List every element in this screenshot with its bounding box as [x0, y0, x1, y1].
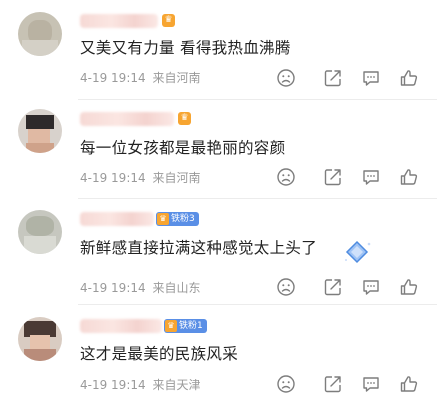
- crown-icon: ♛: [178, 112, 191, 125]
- comment-location: 来自山东: [152, 281, 201, 295]
- avatar[interactable]: [18, 210, 62, 254]
- avatar[interactable]: [18, 12, 62, 56]
- username[interactable]: [80, 212, 154, 226]
- comment-item: ♛ 又美又有力量 看得我热血沸腾 4-19 19:14 来自河南: [0, 0, 437, 100]
- comment-location: 来自河南: [152, 171, 201, 185]
- comment-item: ♛ 每一位女孩都是最艳丽的容颜 4-19 19:14 来自河南: [0, 100, 437, 200]
- comment-location: 来自天津: [152, 378, 201, 392]
- comment-meta: 4-19 19:14 来自河南: [80, 69, 200, 86]
- fan-badge[interactable]: ♛ 铁粉1: [164, 319, 207, 333]
- divider: [78, 198, 437, 199]
- share-icon[interactable]: [323, 167, 343, 187]
- crown-icon: ♛: [162, 14, 175, 27]
- comment-meta: 4-19 19:14 来自天津: [80, 376, 200, 393]
- fan-badge-icon: ♛: [165, 320, 177, 332]
- diamond-sticker-icon: [345, 240, 371, 264]
- comment-icon[interactable]: [361, 277, 381, 297]
- comment-text: 新鲜感直接拉满这种感觉太上头了: [80, 239, 318, 257]
- fan-badge-label: 铁粉1: [179, 321, 203, 331]
- comment-time: 4-19 19:14: [80, 171, 146, 185]
- comment-text: 这才是最美的民族风采: [80, 345, 239, 363]
- username[interactable]: [80, 14, 158, 28]
- avatar[interactable]: [18, 109, 62, 153]
- dislike-icon[interactable]: [276, 277, 296, 297]
- fan-badge-label: 铁粉3: [171, 214, 195, 224]
- comment-text: 每一位女孩都是最艳丽的容颜: [80, 139, 286, 157]
- share-icon[interactable]: [323, 277, 343, 297]
- comment-icon[interactable]: [361, 374, 381, 394]
- like-icon[interactable]: [399, 374, 419, 394]
- fan-badge-icon: ♛: [157, 213, 169, 225]
- username[interactable]: [80, 112, 174, 126]
- comment-icon[interactable]: [361, 68, 381, 88]
- dislike-icon[interactable]: [276, 68, 296, 88]
- comment-meta: 4-19 19:14 来自山东: [80, 279, 200, 296]
- comment-text: 又美又有力量 看得我热血沸腾: [80, 39, 291, 57]
- dislike-icon[interactable]: [276, 374, 296, 394]
- comment-icon[interactable]: [361, 167, 381, 187]
- share-icon[interactable]: [323, 374, 343, 394]
- username[interactable]: [80, 319, 162, 333]
- like-icon[interactable]: [399, 167, 419, 187]
- like-icon[interactable]: [399, 277, 419, 297]
- fan-badge[interactable]: ♛ 铁粉3: [156, 212, 199, 226]
- comment-meta: 4-19 19:14 来自河南: [80, 169, 200, 186]
- like-icon[interactable]: [399, 68, 419, 88]
- comment-item: ♛ 铁粉3 新鲜感直接拉满这种感觉太上头了 4-19 19:14 来自山东: [0, 200, 437, 305]
- comment-time: 4-19 19:14: [80, 378, 146, 392]
- comment-item: ♛ 铁粉1 这才是最美的民族风采 4-19 19:14 来自天津: [0, 305, 437, 410]
- comment-time: 4-19 19:14: [80, 71, 146, 85]
- comment-time: 4-19 19:14: [80, 281, 146, 295]
- dislike-icon[interactable]: [276, 167, 296, 187]
- comment-location: 来自河南: [152, 71, 201, 85]
- avatar[interactable]: [18, 317, 62, 361]
- share-icon[interactable]: [323, 68, 343, 88]
